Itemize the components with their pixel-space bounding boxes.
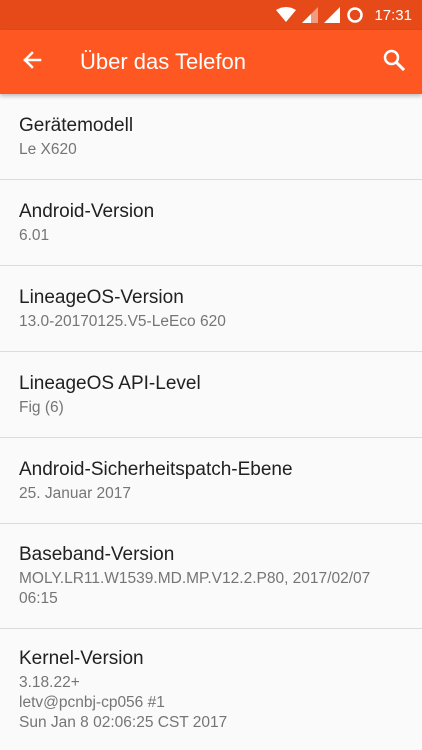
item-subtitle: 3.18.22+ letv@pcnbj-cp056 #1 Sun Jan 8 0… bbox=[19, 673, 228, 731]
list-item-kernel-version[interactable]: Kernel-Version 3.18.22+ letv@pcnbj-cp056… bbox=[0, 629, 422, 750]
item-title: Kernel-Version bbox=[19, 647, 144, 669]
status-bar: 17:31 bbox=[0, 0, 422, 30]
settings-list: Gerätemodell Le X620 Android-Version 6.0… bbox=[0, 94, 422, 750]
back-button[interactable] bbox=[0, 30, 64, 94]
item-title: Gerätemodell bbox=[19, 114, 134, 136]
item-subtitle: 25. Januar 2017 bbox=[19, 484, 132, 502]
list-item-android-version[interactable]: Android-Version 6.01 bbox=[0, 180, 422, 266]
page-title: Über das Telefon bbox=[80, 49, 246, 74]
item-subtitle: 13.0-20170125.V5-LeEco 620 bbox=[19, 312, 226, 330]
item-subtitle: 6.01 bbox=[19, 226, 50, 244]
item-subtitle: Le X620 bbox=[19, 140, 77, 158]
status-time: 17:31 bbox=[374, 6, 412, 24]
item-title: LineageOS API-Level bbox=[19, 372, 201, 394]
item-title: LineageOS-Version bbox=[19, 286, 184, 308]
signal-icon bbox=[324, 7, 341, 23]
toolbar: Über das Telefon bbox=[0, 30, 422, 94]
item-title: Baseband-Version bbox=[19, 544, 175, 565]
list-item-baseband-version[interactable]: Baseband-Version MOLY.LR11.W1539.MD.MP.V… bbox=[0, 524, 422, 629]
item-title: Android-Sicherheitspatch-Ebene bbox=[19, 458, 293, 480]
sync-icon bbox=[346, 6, 364, 24]
item-subtitle: MOLY.LR11.W1539.MD.MP.V12.2.P80, 2017/02… bbox=[19, 570, 371, 607]
search-icon bbox=[383, 49, 406, 76]
wifi-icon bbox=[276, 7, 297, 23]
signal-icon bbox=[302, 7, 319, 23]
list-item-security-patch[interactable]: Android-Sicherheitspatch-Ebene 25. Janua… bbox=[0, 438, 422, 524]
search-button[interactable] bbox=[366, 30, 422, 94]
list-item-api-level[interactable]: LineageOS API-Level Fig (6) bbox=[0, 352, 422, 438]
list-item-device-model[interactable]: Gerätemodell Le X620 bbox=[0, 94, 422, 180]
item-title: Android-Version bbox=[19, 200, 155, 222]
arrow-left-icon bbox=[22, 50, 42, 75]
item-subtitle: Fig (6) bbox=[19, 398, 64, 416]
list-item-lineageos-version[interactable]: LineageOS-Version 13.0-20170125.V5-LeEco… bbox=[0, 266, 422, 352]
